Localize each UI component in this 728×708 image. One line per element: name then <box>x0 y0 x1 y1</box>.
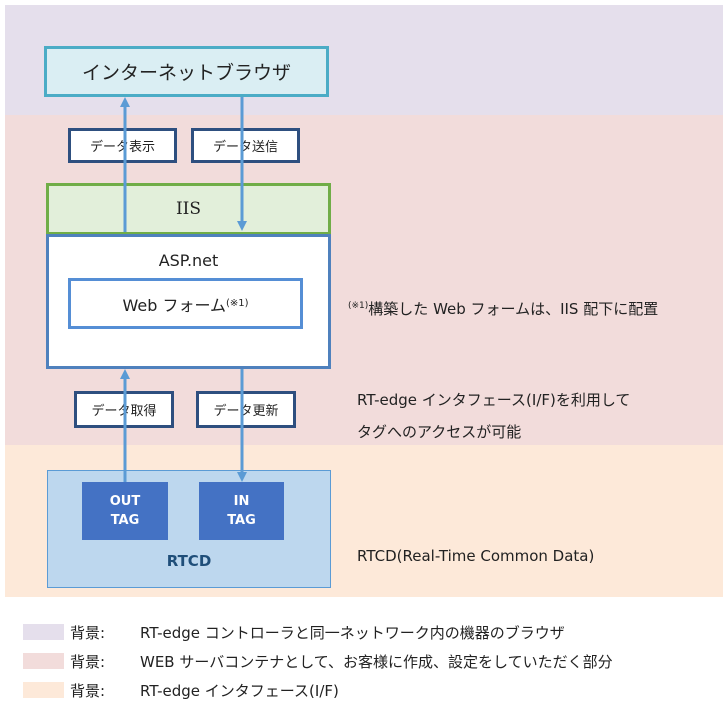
footnote-text: 構築した Web フォームは、IIS 配下に配置 <box>368 300 659 318</box>
legend-swatch-interface <box>23 682 64 698</box>
interface-note-line2: タグへのアクセスが可能 <box>357 423 522 441</box>
arrow-acquire-head <box>120 369 130 379</box>
legend-swatch-browser <box>23 624 64 640</box>
arrow-display-head <box>120 97 130 107</box>
legend-text-web: WEB サーバコンテナとして、お客様に作成、設定をしていただく部分 <box>140 653 613 671</box>
arrow-update-head <box>237 472 247 482</box>
interface-note-line1: RT-edge インタフェース(I/F)を利用して <box>357 391 631 409</box>
legend-key-interface: 背景: <box>70 682 106 700</box>
footnote: (※1)構築した Web フォームは、IIS 配下に配置 <box>348 298 658 319</box>
footnote-mark: (※1) <box>348 301 369 311</box>
rtcd-note: RTCD(Real-Time Common Data) <box>357 547 595 565</box>
legend-text-browser: RT-edge コントローラと同一ネットワーク内の機器のブラウザ <box>140 624 565 642</box>
legend-key-web: 背景: <box>70 653 106 671</box>
arrow-send-head <box>237 221 247 231</box>
legend-swatch-web <box>23 653 64 669</box>
legend-key-browser: 背景: <box>70 624 106 642</box>
arrows-layer <box>120 97 247 482</box>
legend-text-interface: RT-edge インタフェース(I/F) <box>140 682 339 700</box>
